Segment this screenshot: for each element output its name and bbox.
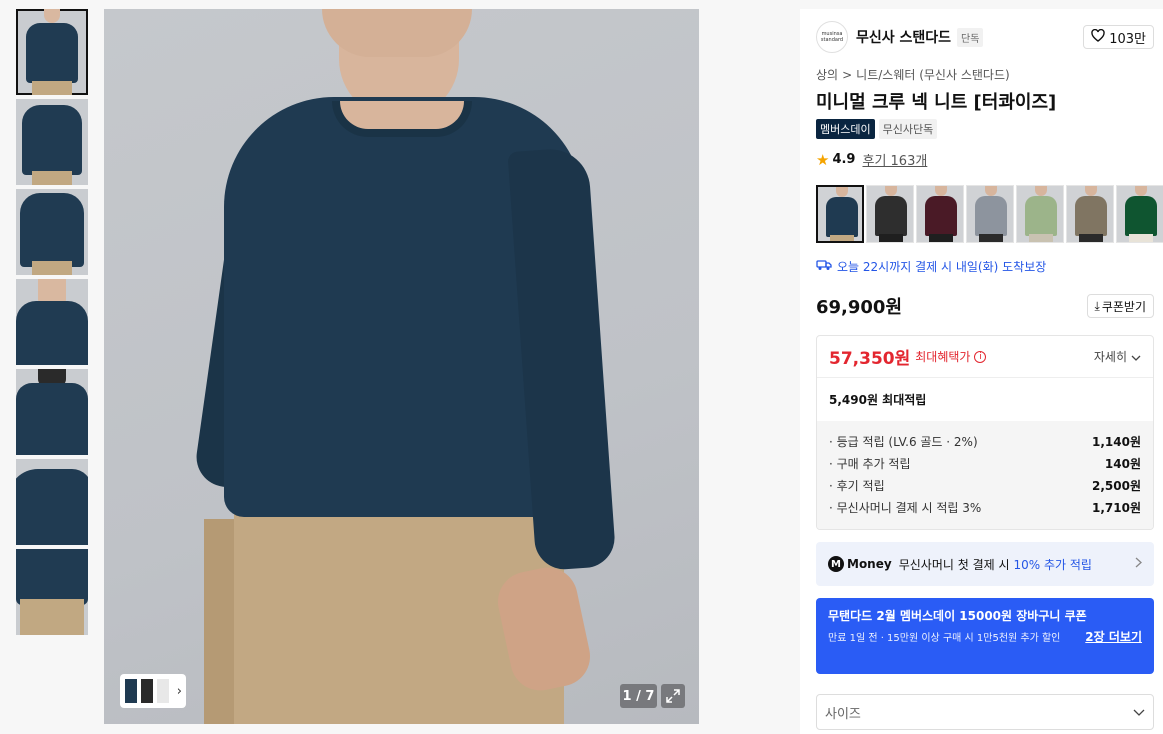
color-swatch[interactable] [916, 185, 964, 243]
money-banner[interactable]: M Money 무신사머니 첫 결제 시 10% 추가 적립 [816, 542, 1154, 586]
max-benefit-row: 57,350원 최대혜택가 i 자세히 [817, 336, 1153, 378]
exclusive-badge: 단독 [957, 27, 984, 47]
breadcrumb-category[interactable]: 상의 [816, 66, 838, 83]
related-thumb [140, 678, 154, 704]
chevron-down-icon [1131, 350, 1141, 364]
delivery-guarantee[interactable]: 오늘 22시까지 결제 시 내일(화) 도착보장 [816, 258, 1046, 275]
breadcrumb: 상의 > 니트/스웨터 (무신사 스탠다드) [816, 66, 1010, 83]
chevron-right-icon: › [176, 683, 182, 699]
points-item-label: · 구매 추가 적립 [829, 456, 911, 471]
max-benefit-price: 57,350원 [829, 349, 911, 369]
points-item: · 구매 추가 적립 140원 [829, 452, 1141, 474]
delivery-text: 오늘 22시까지 결제 시 내일(화) 도착보장 [837, 260, 1047, 274]
points-item: · 등급 적립 (LV.6 골드 · 2%) 1,140원 [829, 430, 1141, 452]
original-price: 69,900원 [816, 297, 903, 318]
color-swatch[interactable] [1016, 185, 1064, 243]
product-title: 미니멀 크루 넥 니트 [터콰이즈] [816, 92, 1057, 113]
star-icon: ★ [816, 150, 830, 169]
benefit-box: 57,350원 최대혜택가 i 자세히 5,490원 최대적립 · 등급 적립 … [816, 335, 1154, 530]
promo-coupon-banner: 무탠다드 2월 멤버스데이 15000원 장바구니 쿠폰 만료 1일 전 · 1… [816, 598, 1154, 674]
exclusive-tag: 무신사단독 [878, 119, 938, 139]
expand-icon[interactable] [661, 684, 685, 708]
points-item-label: · 후기 적립 [829, 478, 885, 493]
thumbnail-5[interactable] [16, 369, 88, 455]
chevron-right-icon [1135, 557, 1142, 571]
color-swatch[interactable] [1116, 185, 1163, 243]
reviews-link[interactable]: 후기 163개 [862, 150, 927, 169]
points-item-value: 2,500원 [1092, 478, 1141, 493]
price-row: 69,900원 ⤓ 쿠폰받기 [816, 293, 1154, 319]
brand-logo[interactable]: musinsa standard [816, 21, 848, 53]
truck-icon [816, 259, 832, 274]
points-item: · 후기 적립 2,500원 [829, 474, 1141, 496]
points-item-value: 1,710원 [1092, 500, 1141, 515]
money-brand: Money [847, 557, 892, 571]
coupon-button[interactable]: ⤓ 쿠폰받기 [1086, 294, 1154, 318]
related-thumb [156, 678, 170, 704]
brand-row: musinsa standard 무신사 스탠다드 단독 103만 [816, 21, 1154, 53]
thumbnail-1[interactable] [16, 9, 88, 95]
brand-name[interactable]: 무신사 스탠다드 [856, 27, 951, 47]
color-swatch[interactable] [1066, 185, 1114, 243]
color-swatch[interactable] [966, 185, 1014, 243]
info-icon[interactable]: i [974, 350, 987, 363]
size-select[interactable]: 사이즈 [816, 694, 1154, 730]
points-item-value: 140원 [1104, 456, 1141, 471]
money-highlight: 10% 추가 적립 [1013, 557, 1092, 572]
details-label: 자세히 [1093, 350, 1127, 364]
thumbnail-2[interactable] [16, 99, 88, 185]
thumbnail-6[interactable] [16, 459, 88, 545]
max-benefit-label: 최대혜택가 [915, 350, 971, 364]
details-toggle[interactable]: 자세히 [1094, 348, 1141, 365]
like-count: 103만 [1109, 31, 1146, 47]
rating: ★ 4.9 후기 163개 [816, 150, 927, 170]
chevron-down-icon [1133, 705, 1145, 720]
points-item-value: 1,140원 [1092, 434, 1141, 449]
related-thumb [124, 678, 138, 704]
image-pager: 1 / 7 [620, 684, 657, 708]
promo-title: 무탠다드 2월 멤버스데이 15000원 장바구니 쿠폰 [828, 609, 1087, 623]
thumbnail-4[interactable] [16, 279, 88, 365]
thumbnail-7[interactable] [16, 549, 88, 635]
download-icon: ⤓ [1094, 298, 1100, 313]
like-button[interactable]: 103만 [1083, 25, 1154, 49]
color-swatch[interactable] [816, 185, 864, 243]
product-gallery: › 1 / 7 [0, 0, 800, 734]
points-list: · 등급 적립 (LV.6 골드 · 2%) 1,140원 · 구매 추가 적립 14… [817, 421, 1153, 529]
product-info-panel: musinsa standard 무신사 스탠다드 단독 103만 상의 > 니… [800, 9, 1163, 734]
heart-icon [1091, 28, 1105, 46]
money-text: 무신사머니 첫 결제 시 [898, 557, 1010, 572]
related-items-nav[interactable]: › [120, 674, 186, 708]
rating-score: 4.9 [832, 152, 856, 167]
thumbnail-3[interactable] [16, 189, 88, 275]
main-product-image[interactable]: › 1 / 7 [104, 9, 699, 724]
points-item: · 무신사머니 결제 시 적립 3% 1,710원 [829, 496, 1141, 518]
color-options [816, 185, 1163, 243]
more-coupons-link[interactable]: 2장 더보기 [1085, 628, 1142, 645]
money-logo-icon: M [828, 556, 844, 572]
product-tags: 멤버스데이 무신사단독 [816, 119, 938, 139]
thumbnail-list [16, 9, 88, 639]
size-placeholder: 사이즈 [825, 706, 861, 722]
membersday-tag: 멤버스데이 [816, 119, 875, 139]
points-item-label: · 등급 적립 (LV.6 골드 · 2%) [829, 434, 978, 449]
breadcrumb-subcategory[interactable]: 니트/스웨터 (무신사 스탠다드) [856, 66, 1010, 83]
breadcrumb-separator: > [842, 67, 853, 82]
coupon-button-label: 쿠폰받기 [1101, 299, 1146, 314]
points-summary: 5,490원 최대적립 [829, 393, 927, 407]
color-swatch[interactable] [866, 185, 914, 243]
points-item-label: · 무신사머니 결제 시 적립 3% [829, 500, 982, 515]
